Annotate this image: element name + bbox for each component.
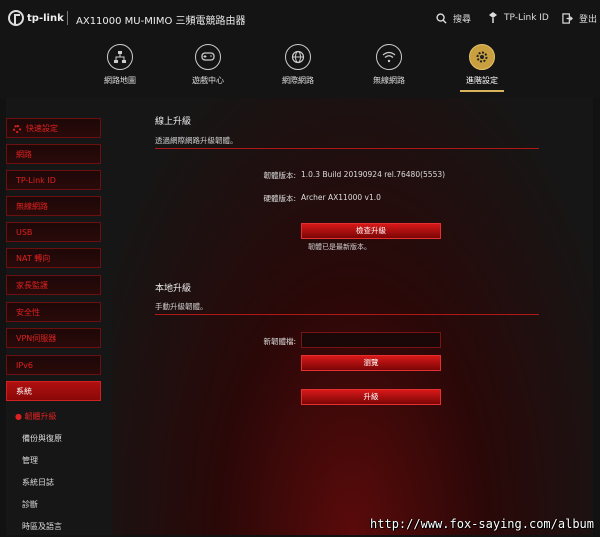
nav-label: 無線網路 bbox=[373, 76, 405, 85]
sidebar-subitem-backup-restore[interactable]: 備份與復原 bbox=[6, 429, 101, 449]
sidebar-item-label: NAT 轉向 bbox=[16, 254, 51, 263]
sidebar-subitem-label: 診斷 bbox=[22, 500, 38, 509]
logout-label: 登出 bbox=[579, 15, 598, 25]
firmware-status-note: 韌體已是最新版本。 bbox=[308, 243, 371, 251]
sidebar-item-label: VPN伺服器 bbox=[16, 334, 57, 343]
sidebar-subitem-time-language[interactable]: 時區及語言 bbox=[6, 517, 101, 537]
search-button[interactable]: 搜尋 bbox=[436, 12, 471, 25]
nav-label: 進階設定 bbox=[466, 76, 498, 85]
tplink-id-icon bbox=[489, 12, 497, 23]
nav-internet[interactable]: 網際網路 bbox=[263, 44, 333, 86]
section-divider bbox=[155, 314, 539, 315]
hardware-version-label: 硬體版本: bbox=[263, 194, 296, 203]
upgrade-button[interactable]: 升級 bbox=[301, 389, 441, 405]
globe-icon bbox=[285, 44, 311, 70]
brand-name: tp-link bbox=[27, 12, 64, 24]
logout-icon bbox=[562, 13, 573, 24]
local-upgrade-title: 本地升級 bbox=[155, 284, 192, 294]
tplink-id-button[interactable]: TP-Link ID bbox=[488, 12, 549, 23]
tplink-logo-icon bbox=[8, 10, 24, 26]
gear-icon bbox=[469, 44, 495, 70]
sidebar-item-ipv6[interactable]: IPv6 bbox=[6, 355, 101, 375]
logout-button[interactable]: 登出 bbox=[562, 12, 597, 25]
sidebar-subitem-administration[interactable]: 管理 bbox=[6, 451, 101, 471]
wifi-icon bbox=[376, 44, 402, 70]
nav-label: 網路地圖 bbox=[104, 76, 136, 85]
online-upgrade-description: 透過網際網路升級韌體。 bbox=[155, 136, 238, 145]
gamepad-icon bbox=[195, 44, 221, 70]
router-model-title: AX11000 MU-MIMO 三頻電競路由器 bbox=[76, 16, 246, 27]
new-firmware-file-label: 新韌體檔: bbox=[263, 337, 296, 346]
tplink-id-label: TP-Link ID bbox=[504, 12, 549, 23]
search-icon bbox=[436, 13, 447, 24]
sidebar-subitem-label: 韌體升級 bbox=[24, 412, 57, 421]
sidebar-item-system[interactable]: 系統 bbox=[6, 381, 101, 401]
sidebar-item-usb[interactable]: USB bbox=[6, 222, 101, 242]
check-upgrade-button[interactable]: 檢查升級 bbox=[301, 223, 441, 239]
sidebar-item-tplink-id[interactable]: TP-Link ID bbox=[6, 170, 101, 190]
new-firmware-file-input[interactable] bbox=[301, 332, 441, 348]
sidebar-item-label: 系統 bbox=[16, 387, 32, 396]
watermark-url: http://www.fox-saying.com/album bbox=[370, 517, 594, 531]
main-navigation: 網路地圖 遊戲中心 網際網路 無線網路 進階設定 bbox=[0, 38, 600, 98]
sidebar-subitem-firmware-upgrade[interactable]: ● 韌體升級 bbox=[6, 407, 101, 427]
sidebar-subitem-system-log[interactable]: 系統日誌 bbox=[6, 473, 101, 493]
sidebar-subitem-label: 備份與復原 bbox=[22, 434, 62, 443]
active-tab-indicator bbox=[460, 90, 504, 92]
nav-label: 網際網路 bbox=[282, 76, 314, 85]
active-bullet-icon: ● bbox=[15, 412, 25, 421]
nav-label: 遊戲中心 bbox=[192, 76, 224, 85]
network-map-icon bbox=[107, 44, 133, 70]
sidebar-item-security[interactable]: 安全性 bbox=[6, 302, 101, 322]
sidebar-item-label: 快速設定 bbox=[26, 124, 58, 133]
gear-icon bbox=[13, 125, 21, 133]
nav-game-center[interactable]: 遊戲中心 bbox=[173, 44, 243, 86]
search-label: 搜尋 bbox=[453, 15, 472, 25]
hardware-version-value: Archer AX11000 v1.0 bbox=[301, 193, 381, 202]
sidebar-item-label: IPv6 bbox=[16, 361, 34, 370]
sidebar-item-label: TP-Link ID bbox=[16, 176, 56, 185]
local-upgrade-description: 手動升級韌體。 bbox=[155, 302, 208, 311]
browse-button[interactable]: 瀏覽 bbox=[301, 355, 441, 371]
sidebar-item-parental-controls[interactable]: 家長監護 bbox=[6, 275, 101, 295]
firmware-version-value: 1.0.3 Build 20190924 rel.76480(5553) bbox=[301, 170, 446, 179]
sidebar-subitem-label: 時區及語言 bbox=[22, 522, 62, 531]
sidebar-item-quick-setup[interactable]: 快速設定 bbox=[6, 118, 101, 138]
firmware-version-label: 韌體版本: bbox=[263, 171, 296, 180]
top-header: tp-link AX11000 MU-MIMO 三頻電競路由器 搜尋 TP-Li… bbox=[0, 0, 600, 38]
sidebar-item-label: 安全性 bbox=[16, 308, 40, 317]
sidebar-item-label: USB bbox=[16, 228, 33, 237]
online-upgrade-title: 線上升級 bbox=[155, 117, 192, 127]
sidebar-item-label: 網路 bbox=[16, 150, 32, 159]
sidebar-item-nat[interactable]: NAT 轉向 bbox=[6, 248, 101, 268]
nav-network-map[interactable]: 網路地圖 bbox=[85, 44, 155, 86]
header-divider bbox=[67, 11, 68, 25]
section-divider bbox=[155, 148, 539, 149]
sidebar-subitem-diagnostics[interactable]: 診斷 bbox=[6, 495, 101, 515]
sidebar-subitem-label: 管理 bbox=[22, 456, 38, 465]
sidebar-item-label: 無線網路 bbox=[16, 202, 48, 211]
sidebar-item-label: 家長監護 bbox=[16, 281, 48, 290]
main-content bbox=[112, 98, 593, 535]
sidebar-item-network[interactable]: 網路 bbox=[6, 144, 101, 164]
nav-advanced[interactable]: 進階設定 bbox=[447, 44, 517, 92]
nav-wireless[interactable]: 無線網路 bbox=[354, 44, 424, 86]
tplink-logo[interactable]: tp-link bbox=[8, 10, 64, 26]
sidebar-item-vpn-server[interactable]: VPN伺服器 bbox=[6, 328, 101, 348]
sidebar-subitem-label: 系統日誌 bbox=[22, 478, 54, 487]
sidebar-item-wireless[interactable]: 無線網路 bbox=[6, 196, 101, 216]
